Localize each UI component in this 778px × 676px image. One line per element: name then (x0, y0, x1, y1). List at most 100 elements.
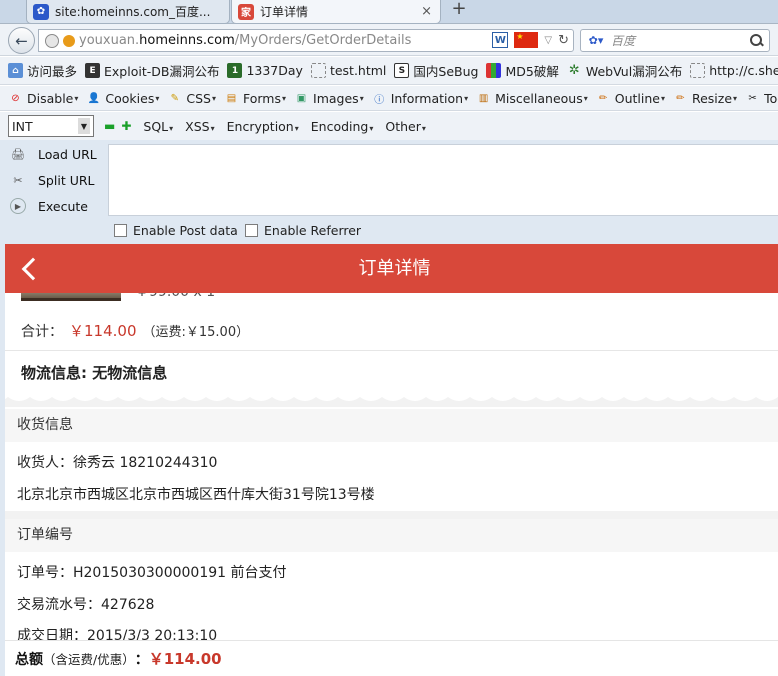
bookmark-label: Exploit-DB漏洞公布 (104, 64, 220, 79)
execute-button[interactable]: ▶ Execute (10, 198, 88, 214)
wd-forms[interactable]: ▤ Forms ▾ (224, 91, 286, 106)
cookies-icon: 👤 (87, 92, 101, 104)
baidu-paw-icon: ✿ (33, 3, 49, 20)
receiver-section-head: 收货信息 (5, 409, 778, 442)
wd-images[interactable]: ▣ Images ▾ (294, 91, 364, 106)
bookmark-1337day[interactable]: 1 1337Day (227, 63, 303, 78)
hackbar-menu-other[interactable]: Other▾ (385, 119, 426, 134)
site-info-icon[interactable] (63, 34, 75, 47)
menu-label: Encoding (310, 118, 369, 134)
wd-disable[interactable]: ⊘ Disable ▾ (8, 91, 78, 106)
split-url-button[interactable]: ✂ Split URL (10, 172, 95, 188)
bookmark-test-html[interactable]: test.html (310, 63, 387, 78)
hackbar-select-value: INT (12, 118, 33, 134)
wd-label: Information (390, 90, 464, 106)
wd-cookies[interactable]: 👤 Cookies ▾ (86, 90, 160, 106)
tab-order-details[interactable]: 家 订单详情 × (231, 0, 441, 24)
wd-resize[interactable]: ✏ Resize ▾ (673, 91, 737, 106)
bookmark-label: http://c.shellsec.c (709, 63, 778, 78)
bookmark-label: 1337Day (246, 63, 303, 78)
checkbox-box[interactable] (245, 224, 258, 237)
order-details-content: ￥99.00 x 1 合计： ￥114.00 （运费:￥15.00） 物流信息: 无… (5, 293, 778, 676)
homeinns-icon: 家 (238, 3, 254, 20)
close-tab-icon[interactable]: × (421, 4, 432, 19)
button-label: Split URL (38, 172, 95, 188)
address-bar[interactable]: youxuan. homeinns.com/MyOrders/GetOrderDe… (38, 29, 574, 52)
hackbar-menu-sql[interactable]: SQL▾ (143, 119, 173, 134)
checkbox-label: Enable Referrer (264, 223, 362, 238)
new-tab-button[interactable]: + (446, 0, 472, 20)
md5-icon (486, 63, 502, 78)
hackbar-type-select[interactable]: INT ▼ (8, 115, 94, 137)
load-url-icon: 🖨 (11, 147, 25, 161)
total-label: 总额 (15, 651, 43, 668)
menu-label: XSS (185, 118, 210, 134)
wavy-divider (5, 391, 778, 407)
bookmark-label: 访问最多 (27, 64, 78, 79)
wd-label: Tools (764, 90, 778, 106)
product-thumbnail[interactable] (21, 293, 121, 301)
tools-icon: ✂ (748, 92, 757, 104)
hackbar-url-textarea[interactable] (108, 144, 778, 216)
globe-icon (45, 33, 59, 48)
bookmark-label: test.html (329, 63, 387, 78)
url-path: /MyOrders/GetOrderDetails (234, 33, 412, 48)
hackbar-toolbar: INT ▼ ▬ ✚ SQL▾ XSS▾ Encryption▾ Encoding… (0, 112, 778, 140)
back-button[interactable]: ← (8, 27, 35, 54)
bookmark-label: WebVul漏洞公布 (585, 64, 683, 79)
tab-bar: ✿ site:homeinns.com_百度... 家 订单详情 × + (0, 0, 778, 24)
minus-icon[interactable]: ▬ (104, 119, 115, 133)
outline-pencil-icon: ✏ (599, 92, 608, 104)
shipping-fee: （运费:￥15.00） (142, 325, 250, 340)
bookmark-exploit-db[interactable]: E Exploit-DB漏洞公布 (85, 61, 219, 80)
bookmark-sebug[interactable]: S 国内SeBug (394, 61, 478, 80)
checkbox-box[interactable] (114, 224, 127, 237)
url-host: homeinns.com (139, 33, 235, 48)
word-icon[interactable]: W (492, 32, 509, 48)
sebug-icon: S (394, 63, 410, 78)
forms-icon: ▤ (226, 92, 237, 104)
tab-baidu-search[interactable]: ✿ site:homeinns.com_百度... (26, 0, 230, 24)
search-icon[interactable] (749, 33, 765, 49)
enable-post-data-checkbox[interactable]: Enable Post data (114, 223, 238, 238)
dropdown-icon[interactable]: ▽ (544, 35, 552, 46)
images-icon: ▣ (296, 92, 307, 104)
hackbar-menu-encryption[interactable]: Encryption▾ (227, 119, 299, 134)
baidu-engine-icon[interactable]: ✿▾ (585, 33, 607, 49)
load-url-button[interactable]: 🖨 Load URL (10, 146, 97, 162)
disable-icon: ⊘ (11, 92, 20, 104)
webvul-icon: ✲ (568, 63, 580, 78)
total-amount: ￥114.00 (148, 650, 222, 668)
wd-label: Forms (242, 90, 281, 106)
hackbar-menu-xss[interactable]: XSS▾ (185, 119, 214, 134)
wd-outline[interactable]: ✏ Outline ▾ (596, 91, 665, 106)
url-host-prefix: youxuan. (79, 33, 140, 48)
bookmark-md5[interactable]: MD5破解 (486, 61, 559, 80)
enable-referrer-checkbox[interactable]: Enable Referrer (245, 223, 361, 238)
wd-label: CSS (186, 90, 211, 106)
miscellaneous-icon: ▥ (478, 92, 489, 104)
plus-icon[interactable]: ✚ (121, 119, 131, 133)
wd-css[interactable]: ✎ CSS ▾ (167, 91, 216, 106)
menu-label: Other (385, 118, 421, 134)
hackbar-menu-encoding[interactable]: Encoding▾ (311, 119, 374, 134)
chevron-down-icon[interactable]: ▼ (78, 118, 90, 134)
order-total-bar: 总额 （含运费/优惠） ： ￥114.00 (5, 640, 778, 676)
page-header: 订单详情 (5, 244, 778, 293)
wd-miscellaneous[interactable]: ▥ Miscellaneous ▾ (476, 91, 588, 106)
product-price-quantity: ￥99.00 x 1 (135, 293, 215, 301)
hackbar-panel: 🖨 Load URL ✂ Split URL ▶ Execute Enable Pos… (0, 140, 778, 244)
wd-information[interactable]: ⓘ Information ▾ (372, 91, 468, 106)
order-section-head: 订单编号 (5, 519, 778, 552)
bookmark-webvul[interactable]: ✲ WebVul漏洞公布 (567, 61, 682, 80)
wd-label: Cookies (105, 90, 155, 106)
bookmark-most-visited[interactable]: ⌂ 访问最多 (8, 61, 77, 80)
wd-label: Disable (27, 90, 74, 106)
tab-title: site:homeinns.com_百度... (55, 5, 211, 19)
order-number: 订单号：H2015030300000191 前台支付 (17, 565, 287, 581)
bookmark-shellsec[interactable]: http://c.shellsec.c (690, 63, 778, 78)
reload-icon[interactable]: ↻ (558, 33, 569, 48)
wd-tools[interactable]: ✂Tools▾ (745, 91, 778, 106)
search-box[interactable]: ✿▾ 百度 (580, 29, 770, 52)
information-icon: ⓘ (374, 94, 385, 106)
